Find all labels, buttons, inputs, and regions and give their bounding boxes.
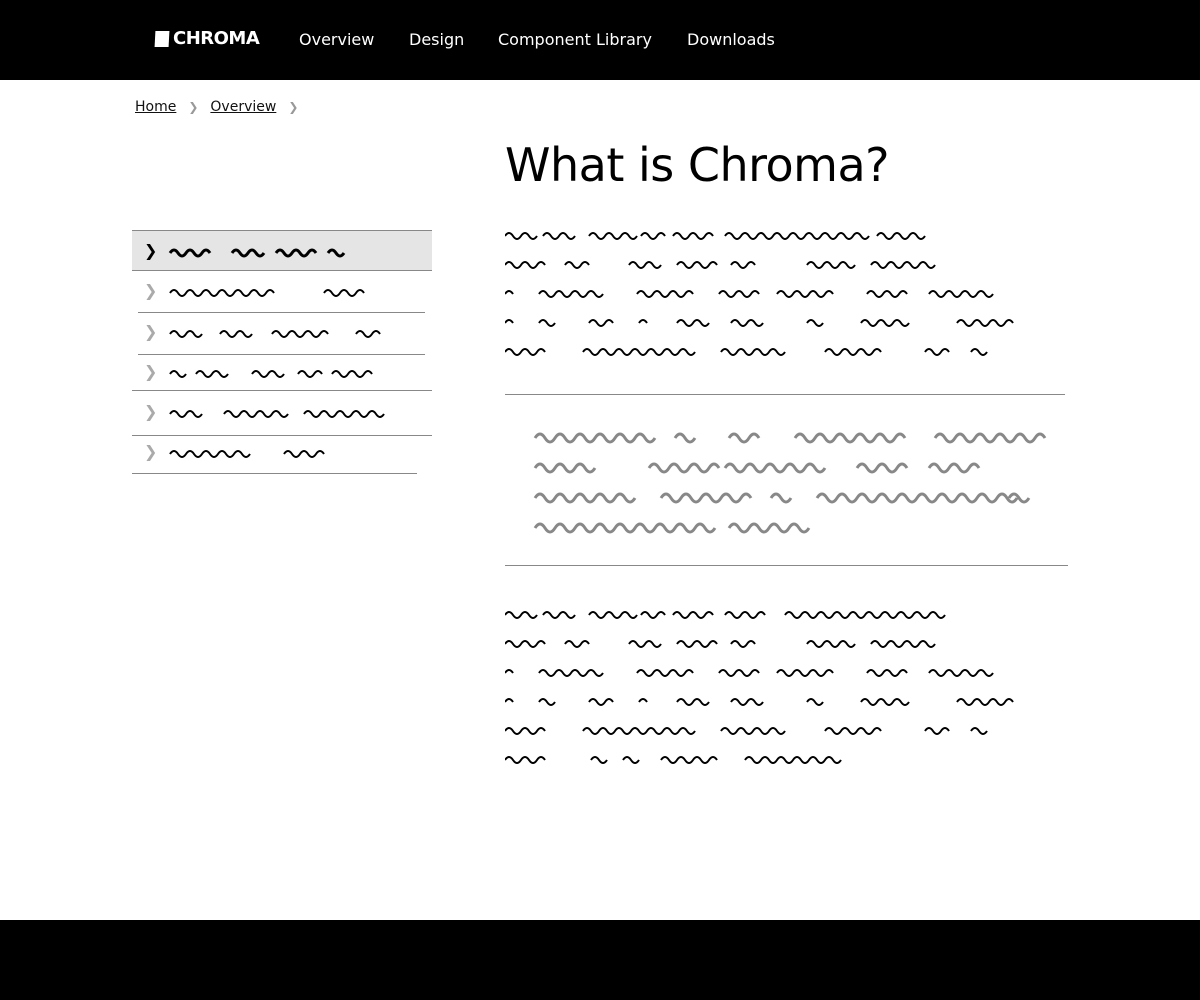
placeholder-text-scribble — [169, 370, 373, 378]
divider — [505, 394, 1065, 395]
sidebar-divider — [132, 473, 417, 474]
placeholder-text-line — [505, 611, 946, 619]
sidebar-item[interactable]: ❯ — [132, 392, 432, 432]
placeholder-text-scribble — [169, 410, 385, 418]
chevron-right-icon: ❯ — [144, 442, 158, 461]
placeholder-text-scribble — [169, 289, 365, 297]
placeholder-text-line — [505, 756, 842, 764]
placeholder-text-line — [533, 522, 811, 534]
placeholder-text-scribble — [169, 330, 381, 338]
sidebar-divider — [132, 390, 432, 391]
nav-link-component-library[interactable]: Component Library — [498, 30, 652, 49]
placeholder-text-line — [533, 462, 981, 474]
placeholder-text-line — [505, 640, 936, 648]
placeholder-text-scribble — [169, 450, 325, 458]
body-paragraph — [505, 607, 1065, 781]
breadcrumb: Home ❯ Overview ❯ — [135, 99, 310, 115]
placeholder-text-line — [505, 261, 936, 269]
sidebar-item[interactable]: ❯ — [132, 312, 432, 352]
chevron-right-icon: ❯ — [288, 100, 299, 114]
placeholder-text-line — [505, 290, 994, 298]
sidebar-item[interactable]: ❯ — [132, 432, 432, 472]
nav-link-overview[interactable]: Overview — [299, 30, 374, 49]
placeholder-text-scribble — [168, 248, 346, 258]
breadcrumb-overview-link[interactable]: Overview — [210, 99, 276, 115]
placeholder-text-line — [533, 492, 1031, 504]
brand-logo[interactable]: CHROMA — [154, 28, 260, 49]
chevron-right-icon: ❯ — [144, 322, 158, 341]
nav-link-design[interactable]: Design — [409, 30, 464, 49]
sidebar-item-active[interactable]: ❯ — [132, 230, 432, 270]
placeholder-text-line — [505, 727, 988, 735]
sidebar-item[interactable]: ❯ — [132, 352, 432, 392]
placeholder-text-line — [505, 232, 926, 240]
placeholder-text-line — [505, 669, 994, 677]
placeholder-text-line — [505, 348, 988, 356]
placeholder-text-line — [505, 319, 1014, 327]
chevron-right-icon: ❯ — [144, 241, 158, 260]
top-navigation-bar: CHROMA Overview Design Component Library… — [0, 0, 1200, 80]
page-footer — [0, 920, 1200, 1000]
chevron-right-icon: ❯ — [144, 281, 158, 300]
placeholder-text-line — [533, 432, 1047, 444]
chevron-right-icon: ❯ — [144, 402, 158, 421]
pull-quote — [533, 426, 1053, 546]
intro-paragraph — [505, 228, 1065, 373]
divider — [505, 565, 1068, 566]
breadcrumb-home-link[interactable]: Home — [135, 99, 176, 115]
chevron-right-icon: ❯ — [188, 100, 199, 114]
nav-link-downloads[interactable]: Downloads — [687, 30, 775, 49]
chevron-right-icon: ❯ — [144, 362, 158, 381]
sidebar-nav: ❯ ❯ ❯ ❯ ❯ ❯ — [132, 230, 432, 474]
sidebar-item[interactable]: ❯ — [132, 271, 432, 311]
page-title: What is Chroma? — [505, 138, 890, 192]
brand-name: CHROMA — [173, 28, 260, 49]
logo-mark-icon — [154, 30, 170, 47]
placeholder-text-line — [505, 698, 1014, 706]
